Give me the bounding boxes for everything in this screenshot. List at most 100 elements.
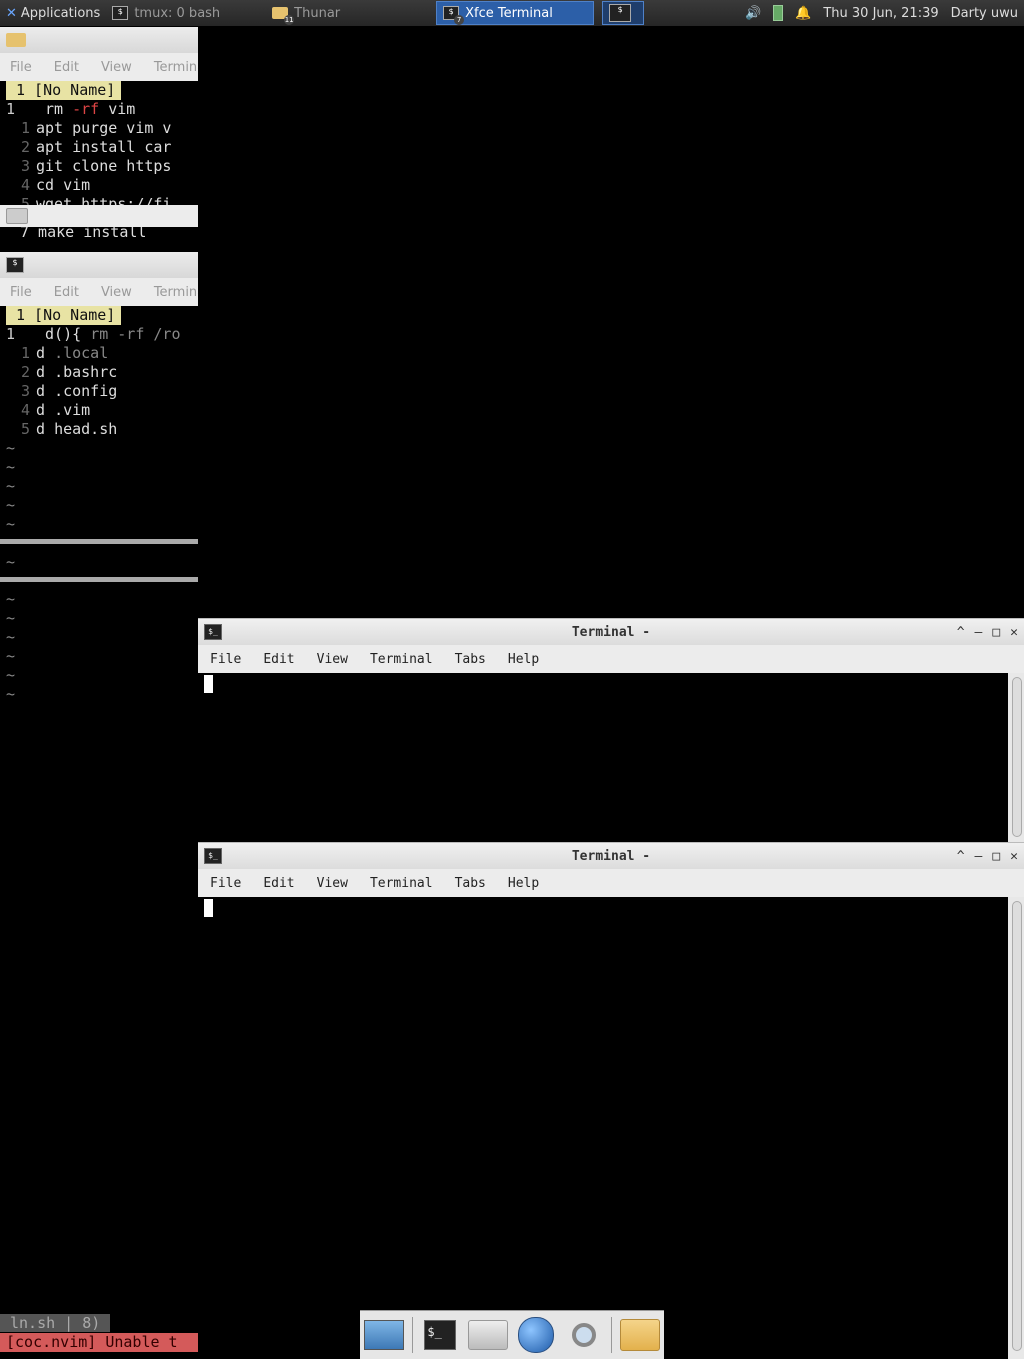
applications-menu[interactable]: ✕ Applications [0, 1, 106, 25]
vim-split-pane[interactable]: ~ ~ ~ ~ ~ ~ ln.sh | 8) [coc.nvim] Unable… [0, 590, 1024, 1359]
empty-line: ~ [6, 458, 16, 476]
split-separator[interactable] [0, 539, 198, 544]
menu-file[interactable]: File [0, 285, 44, 300]
task-xfce-terminal[interactable]: $7 Xfce Terminal [436, 1, 595, 25]
home-folder-icon[interactable] [468, 1317, 509, 1353]
menu-edit[interactable]: Edit [251, 650, 304, 669]
maximize-button[interactable]: □ [992, 623, 1000, 642]
task-label: Thunar [294, 5, 341, 21]
code-line: 7 make install [20, 227, 147, 239]
menu-terminal[interactable]: Terminal [358, 650, 443, 669]
user-menu[interactable]: Darty uwu [945, 0, 1024, 26]
code-line: 3d .config [20, 382, 118, 400]
terminal-window-top[interactable]: $_ Terminal - ^ – □ ✕ File Edit View Ter… [198, 618, 1024, 842]
empty-line: ~ [6, 685, 16, 703]
drive-strip [0, 205, 198, 227]
terminal-icon[interactable]: $_ [420, 1317, 460, 1353]
scrollbar[interactable] [1012, 901, 1022, 1351]
empty-line: ~ [6, 439, 16, 457]
text-cursor [204, 675, 213, 693]
menu-help[interactable]: Help [496, 874, 549, 893]
close-button[interactable]: ✕ [1010, 623, 1018, 642]
web-browser-icon[interactable] [516, 1317, 556, 1353]
terminal-screen[interactable] [198, 673, 1024, 842]
titlebar[interactable]: $_ Terminal - ^ – □ ✕ [198, 842, 1024, 869]
top-panel: ✕ Applications $ tmux: 0 bash 11 Thunar … [0, 0, 1024, 26]
window-title: Terminal - [571, 848, 651, 864]
shade-button[interactable]: ^ [957, 847, 965, 866]
dock: $_ [360, 1310, 664, 1359]
menu-tabs[interactable]: Tabs [443, 650, 496, 669]
scrollbar-track[interactable] [1008, 673, 1024, 842]
split-separator[interactable] [0, 577, 198, 582]
menu-file[interactable]: File [0, 60, 44, 75]
titlebar[interactable]: $ [0, 252, 198, 278]
notifications-icon[interactable]: 🔔 [789, 0, 817, 26]
menu-terminal[interactable]: Termina [144, 60, 198, 75]
vim-statusline: ln.sh | 8) [0, 1314, 198, 1332]
desktop-icon[interactable] [363, 1317, 404, 1353]
task-tmux[interactable]: $ tmux: 0 bash [106, 1, 226, 25]
menu-terminal[interactable]: Terminal [358, 874, 443, 893]
menu-help[interactable]: Help [496, 650, 549, 669]
terminal-icon: $ [112, 6, 129, 20]
volume-icon[interactable]: 🔊 [739, 0, 767, 26]
search-icon[interactable] [564, 1317, 604, 1353]
scrollbar[interactable] [1012, 677, 1022, 837]
shade-button[interactable]: ^ [957, 623, 965, 642]
menubar: File Edit View Termina [0, 53, 198, 81]
menu-view[interactable]: View [91, 285, 144, 300]
code-line: 1d .local [20, 344, 109, 362]
empty-line: ~ [6, 515, 16, 533]
titlebar[interactable]: $_ Terminal - ^ – □ ✕ [198, 618, 1024, 645]
vim-tab[interactable]: 1 [No Name] [6, 81, 122, 100]
vim-buffer[interactable]: 1 [No Name] 1 rm -rf vim 1 apt purge vim … [0, 81, 198, 205]
menu-view[interactable]: View [305, 650, 358, 669]
vim-split-pane[interactable]: ~ [0, 553, 198, 572]
folder-icon [6, 33, 26, 47]
menu-edit[interactable]: Edit [251, 874, 304, 893]
close-button[interactable]: ✕ [1010, 847, 1018, 866]
task-label: Xfce Terminal [465, 5, 553, 21]
menu-view[interactable]: View [91, 60, 144, 75]
battery-icon[interactable] [767, 0, 789, 26]
terminal-screen[interactable] [198, 897, 1024, 1359]
code-line: 1 apt purge vim v [20, 119, 172, 137]
menu-file[interactable]: File [198, 874, 251, 893]
menubar: File Edit View Termina [0, 278, 198, 306]
code-line: 2 apt install car [20, 138, 172, 156]
titlebar[interactable] [0, 27, 198, 53]
task-thunar[interactable]: 11 Thunar [266, 1, 346, 25]
menu-view[interactable]: View [305, 874, 358, 893]
minimize-button[interactable]: – [975, 623, 983, 642]
workspace-switcher[interactable]: $ [602, 1, 645, 25]
code-line: 4d .vim [20, 401, 91, 419]
menu-edit[interactable]: Edit [44, 285, 91, 300]
maximize-button[interactable]: □ [992, 847, 1000, 866]
menu-edit[interactable]: Edit [44, 60, 91, 75]
left-top-terminal-window[interactable]: File Edit View Termina 1 [No Name] 1 rm … [0, 27, 198, 251]
code-line: 5d head.sh [20, 420, 118, 438]
empty-line: ~ [6, 666, 16, 684]
vim-tab[interactable]: 1 [No Name] [6, 306, 122, 325]
folder-icon[interactable] [620, 1317, 661, 1353]
coc-error-message: [coc.nvim] Unable t [0, 1333, 198, 1352]
window-count-badge: 7 [454, 15, 465, 25]
dock-separator [611, 1317, 613, 1353]
menu-file[interactable]: File [198, 650, 251, 669]
clock[interactable]: Thu 30 Jun, 21:39 [817, 0, 944, 26]
menu-tabs[interactable]: Tabs [443, 874, 496, 893]
menu-terminal[interactable]: Termina [144, 285, 198, 300]
code-line: 4 cd vim [20, 176, 91, 194]
code-line: 3 git clone https [20, 157, 172, 175]
scrollbar-track[interactable] [1008, 897, 1024, 1359]
menubar: File Edit View Terminal Tabs Help [198, 869, 1024, 897]
terminal-window-bottom[interactable]: $_ Terminal - ^ – □ ✕ File Edit View Ter… [198, 842, 1024, 1359]
empty-line: ~ [6, 628, 16, 646]
applications-label: Applications [20, 5, 101, 21]
dock-separator [411, 1317, 413, 1353]
minimize-button[interactable]: – [975, 847, 983, 866]
window-count-badge: 11 [284, 15, 295, 25]
vim-buffer[interactable]: 1 [No Name] 1 d(){ rm -rf /ro 1d .local … [0, 306, 198, 534]
code-line: 1 rm -rf vim [6, 100, 136, 118]
